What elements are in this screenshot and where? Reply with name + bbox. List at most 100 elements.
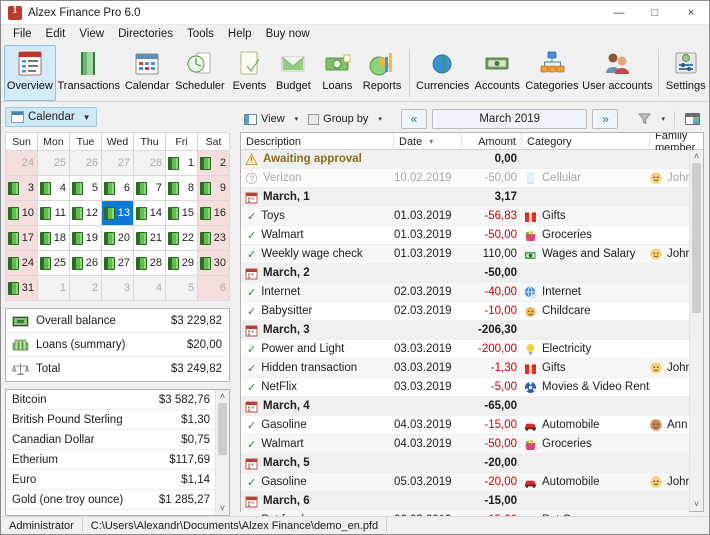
toolbar-button-scheduler[interactable]: Scheduler — [172, 45, 227, 101]
toolbar-button-reports[interactable]: Reports — [359, 45, 404, 101]
calendar-day-cell[interactable]: 12 — [70, 201, 102, 226]
menu-item-edit[interactable]: Edit — [39, 26, 73, 42]
calendar-day-cell[interactable]: 4 — [38, 176, 70, 201]
calendar-grid[interactable]: SunMonTueWedThuFriSat 242526272812345678… — [5, 132, 230, 301]
calendar-day-cell[interactable]: 24 — [6, 151, 38, 176]
calendar-day-cell[interactable]: 18 — [38, 226, 70, 251]
grid-scroll-down-icon[interactable]: ˅ — [694, 498, 699, 511]
currency-row[interactable]: Canadian Dollar$0,75 — [6, 430, 215, 450]
grid-group-row[interactable]: March, 4-65,00 — [241, 397, 689, 416]
toolbar-button-events[interactable]: Events — [227, 45, 271, 101]
currency-scrollbar[interactable]: ˄ ˅ — [215, 390, 229, 515]
grid-scroll-up-icon[interactable]: ˄ — [694, 150, 699, 163]
currency-row[interactable]: British Pound Sterling$1,30 — [6, 410, 215, 430]
calendar-day-cell[interactable]: 13 — [102, 201, 134, 226]
view-dropdown-icon[interactable]: ▾ — [292, 115, 302, 123]
table-row[interactable]: ✓NetFlix03.03.2019-5,00Movies & Video Re… — [241, 378, 689, 397]
calendar-day-cell[interactable]: 28 — [134, 151, 166, 176]
calendar-day-cell[interactable]: 23 — [198, 226, 230, 251]
previous-period-button[interactable]: « — [401, 109, 427, 129]
calendar-day-cell[interactable]: 5 — [166, 276, 198, 301]
grid-group-row[interactable]: March, 3-206,30 — [241, 321, 689, 340]
table-row[interactable]: ✓Power and Light03.03.2019-200,00Electri… — [241, 340, 689, 359]
table-row[interactable]: ✓Gasoline05.03.2019-20,00AutomobileJohn — [241, 473, 689, 492]
calendar-tab[interactable]: Calendar ▼ — [5, 107, 97, 127]
toggle-panel-button[interactable] — [681, 109, 704, 129]
calendar-day-cell[interactable]: 27 — [102, 151, 134, 176]
calendar-day-cell[interactable]: 20 — [102, 226, 134, 251]
minimize-button[interactable]: — — [601, 1, 637, 25]
calendar-day-cell[interactable]: 2 — [198, 151, 230, 176]
chevron-down-icon[interactable]: ▼ — [83, 113, 91, 122]
close-button[interactable]: × — [673, 1, 709, 25]
toolbar-button-currencies[interactable]: Currencies — [414, 45, 472, 101]
view-button[interactable]: View — [240, 109, 289, 129]
currency-row[interactable]: Etherium$117,69 — [6, 450, 215, 470]
scroll-up-icon[interactable]: ˄ — [220, 390, 225, 403]
grid-column-header-date[interactable]: Date▾ — [394, 133, 462, 150]
calendar-day-cell[interactable]: 9 — [198, 176, 230, 201]
calendar-day-cell[interactable]: 4 — [134, 276, 166, 301]
toolbar-button-user-accounts[interactable]: User accounts — [581, 45, 654, 101]
calendar-day-cell[interactable]: 19 — [70, 226, 102, 251]
summary-row[interactable]: Loans (summary)$20,00 — [6, 333, 229, 357]
grid-group-row[interactable]: March, 6-15,00 — [241, 492, 689, 511]
currency-row[interactable]: Euro$1,14 — [6, 470, 215, 490]
maximize-button[interactable]: □ — [637, 1, 673, 25]
calendar-day-cell[interactable]: 3 — [6, 176, 38, 201]
table-row[interactable]: ✓Babysitter02.03.2019-10,00Childcare — [241, 302, 689, 321]
currency-row[interactable]: Bitcoin$3 582,76 — [6, 390, 215, 410]
table-row[interactable]: ?Verizon10.02.2019-50,00CellularJohn — [241, 169, 689, 188]
scrollbar-thumb[interactable] — [218, 403, 227, 455]
menu-item-view[interactable]: View — [72, 26, 111, 42]
toolbar-button-overview[interactable]: Overview — [4, 45, 56, 101]
summary-row[interactable]: Overall balance$3 229,82 — [6, 309, 229, 333]
menu-item-directories[interactable]: Directories — [111, 26, 180, 42]
sort-descending-icon[interactable]: ▾ — [429, 137, 433, 146]
menu-item-tools[interactable]: Tools — [180, 26, 221, 42]
calendar-day-cell[interactable]: 27 — [102, 251, 134, 276]
table-row[interactable]: ✓Hidden transaction03.03.2019-1,30GiftsJ… — [241, 359, 689, 378]
menu-item-file[interactable]: File — [6, 26, 39, 42]
calendar-day-cell[interactable]: 17 — [6, 226, 38, 251]
calendar-day-cell[interactable]: 26 — [70, 251, 102, 276]
grid-group-row[interactable]: March, 5-20,00 — [241, 454, 689, 473]
filter-button[interactable] — [634, 109, 655, 129]
summary-row[interactable]: Total$3 249,82 — [6, 357, 229, 381]
calendar-day-cell[interactable]: 11 — [38, 201, 70, 226]
scroll-down-icon[interactable]: ˅ — [220, 502, 225, 515]
calendar-day-cell[interactable]: 8 — [166, 176, 198, 201]
table-row[interactable]: ✓Walmart04.03.2019-50,00Groceries — [241, 435, 689, 454]
calendar-day-cell[interactable]: 26 — [70, 151, 102, 176]
calendar-day-cell[interactable]: 2 — [70, 276, 102, 301]
toolbar-button-accounts[interactable]: Accounts — [472, 45, 523, 101]
toolbar-button-categories[interactable]: Categories — [523, 45, 581, 101]
calendar-day-cell[interactable]: 6 — [198, 276, 230, 301]
calendar-day-cell[interactable]: 22 — [166, 226, 198, 251]
calendar-day-cell[interactable]: 10 — [6, 201, 38, 226]
grid-group-row[interactable]: Awaiting approval0,00 — [241, 150, 689, 169]
calendar-day-cell[interactable]: 7 — [134, 176, 166, 201]
table-row[interactable]: ✓Toys01.03.2019-56,83Gifts — [241, 207, 689, 226]
calendar-day-cell[interactable]: 24 — [6, 251, 38, 276]
calendar-day-cell[interactable]: 15 — [166, 201, 198, 226]
calendar-day-cell[interactable]: 30 — [198, 251, 230, 276]
table-row[interactable]: ✓Internet02.03.2019-40,00Internet — [241, 283, 689, 302]
calendar-day-cell[interactable]: 25 — [38, 151, 70, 176]
calendar-day-cell[interactable]: 6 — [102, 176, 134, 201]
grid-column-header-amount[interactable]: Amount — [462, 133, 522, 150]
next-period-button[interactable]: » — [592, 109, 618, 129]
toolbar-button-calendar[interactable]: Calendar — [122, 45, 173, 101]
filter-dropdown-icon[interactable]: ▾ — [658, 115, 668, 123]
grid-scrollbar-thumb[interactable] — [692, 163, 701, 313]
grid-column-header-category[interactable]: Category — [522, 133, 650, 150]
table-row[interactable]: ✓Gasoline04.03.2019-15,00AutomobileAnn — [241, 416, 689, 435]
toolbar-button-transactions[interactable]: Transactions — [56, 45, 122, 101]
calendar-day-cell[interactable]: 31 — [6, 276, 38, 301]
calendar-day-cell[interactable]: 1 — [166, 151, 198, 176]
table-row[interactable]: ✓Walmart01.03.2019-50,00Groceries — [241, 226, 689, 245]
grid-column-header-description[interactable]: Description — [241, 133, 394, 150]
table-row[interactable]: ✓Weekly wage check01.03.2019110,00Wages … — [241, 245, 689, 264]
grid-group-row[interactable]: March, 2-50,00 — [241, 264, 689, 283]
calendar-day-cell[interactable]: 28 — [134, 251, 166, 276]
